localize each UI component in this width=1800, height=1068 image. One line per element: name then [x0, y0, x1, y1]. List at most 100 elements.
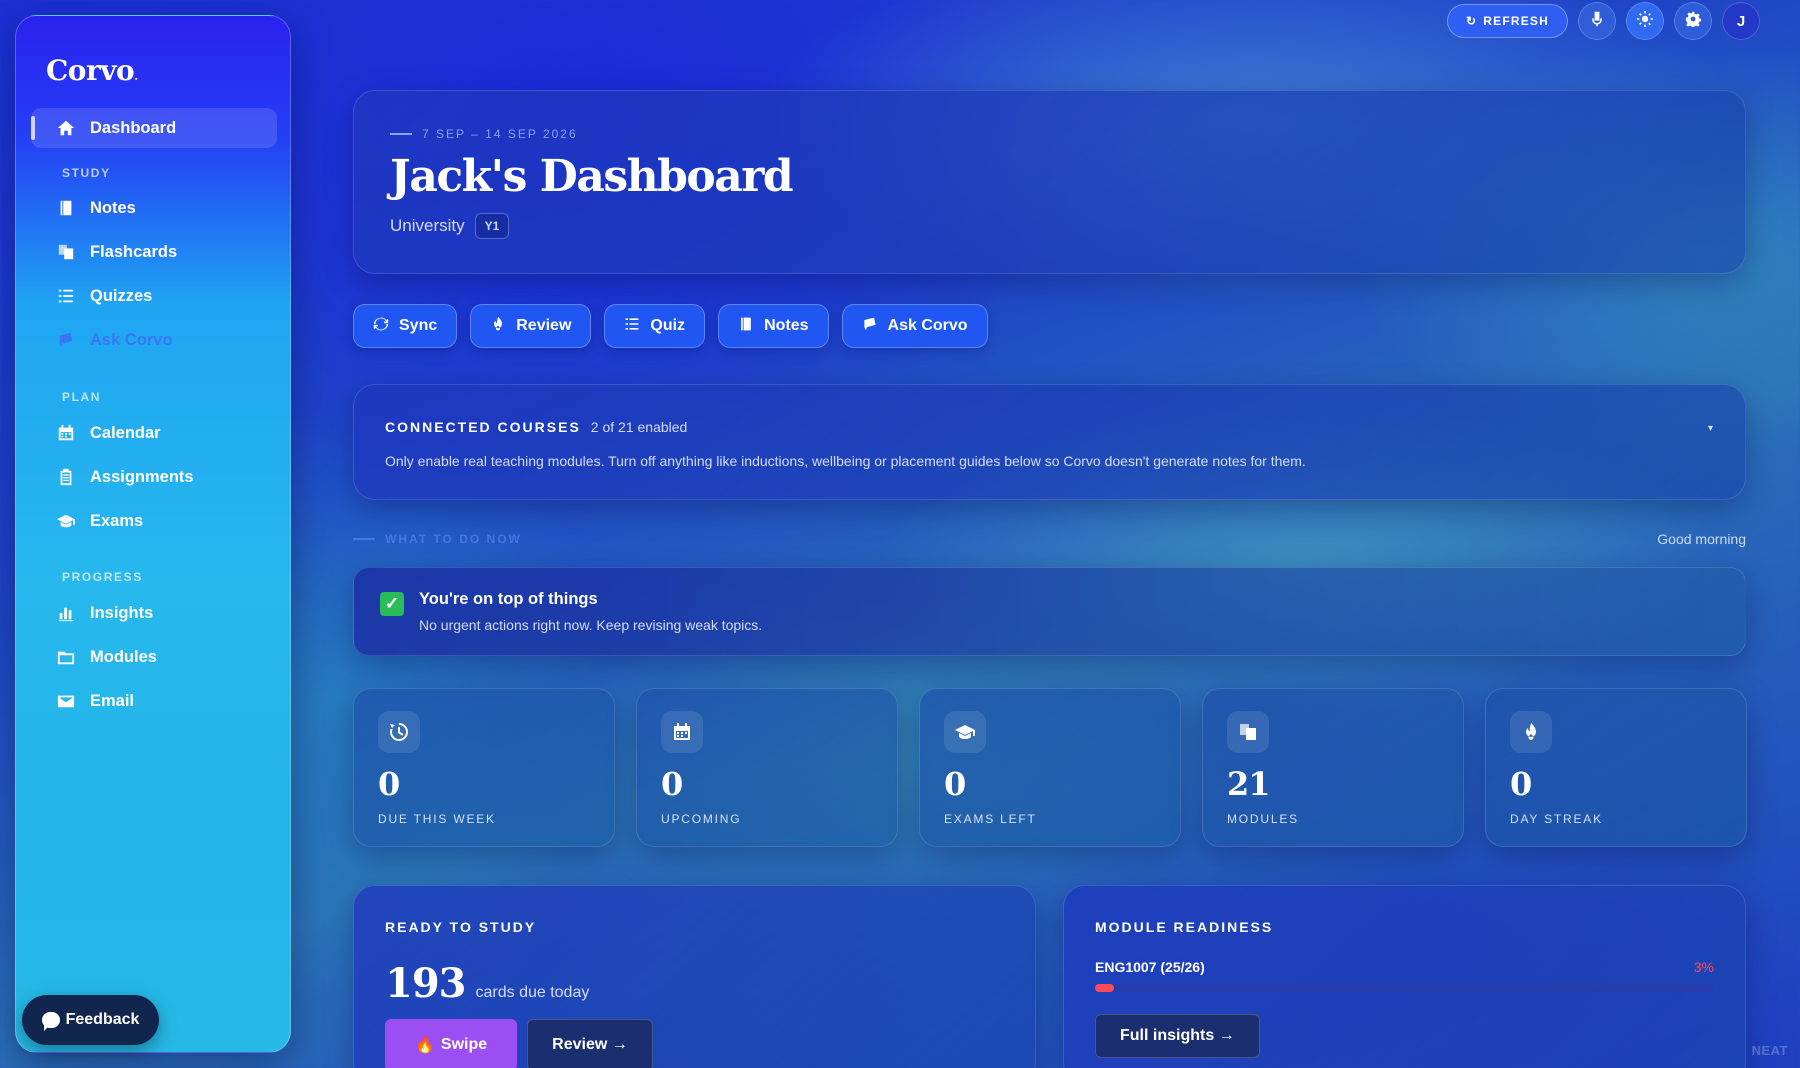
clock-icon	[378, 711, 420, 753]
readiness-progress-fill	[1095, 984, 1114, 992]
folder-icon	[56, 647, 76, 667]
page-title: Jack's Dashboard	[390, 151, 794, 202]
sidebar-item-notes[interactable]: Notes	[31, 188, 277, 228]
watermark: NEAT	[1751, 1043, 1788, 1058]
stat-value: 0	[378, 765, 400, 803]
sidebar-item-quizzes[interactable]: Quizzes	[31, 276, 277, 316]
connected-courses-panel[interactable]: CONNECTED COURSES 2 of 21 enabled Only e…	[353, 384, 1746, 500]
sidebar-item-ask-corvo[interactable]: Ask Corvo	[31, 320, 277, 360]
courses-header: CONNECTED COURSES 2 of 21 enabled	[385, 419, 687, 435]
sidebar-item-exams[interactable]: Exams	[31, 501, 277, 541]
level-info: University Y1	[390, 213, 510, 239]
calendar-icon	[661, 711, 703, 753]
section-label-plan: PLAN	[62, 390, 102, 404]
stat-card-upcoming[interactable]: 0 UPCOMING	[636, 688, 898, 847]
cards-due-label: cards due today	[475, 984, 590, 1001]
list-icon	[624, 316, 640, 337]
sidebar-item-assignments[interactable]: Assignments	[31, 457, 277, 497]
refresh-icon: ↻	[1465, 14, 1478, 28]
theme-toggle-button[interactable]	[1626, 2, 1664, 40]
sidebar-item-label: Calendar	[90, 423, 161, 442]
sidebar: Corvo. Dashboard STUDY Notes Flashcards …	[15, 15, 291, 1053]
module-readiness-panel: MODULE READINESS ENG1007 (25/26) 3% Full…	[1063, 885, 1746, 1068]
refresh-button[interactable]: ↻ REFRESH	[1446, 4, 1568, 38]
sidebar-item-label: Notes	[90, 198, 136, 217]
swipe-button[interactable]: 🔥 Swipe	[385, 1019, 518, 1068]
status-title: You're on top of things	[419, 590, 598, 608]
sidebar-item-label: Assignments	[90, 467, 194, 486]
stat-label: DUE THIS WEEK	[378, 812, 496, 826]
notes-label: Notes	[764, 317, 809, 334]
sidebar-item-label: Exams	[90, 511, 144, 530]
stat-label: EXAMS LEFT	[944, 812, 1037, 826]
sync-label: Sync	[399, 317, 438, 334]
sidebar-item-label: Email	[90, 691, 135, 710]
check-icon: ✓	[380, 592, 404, 616]
flashcards-icon	[1227, 711, 1269, 753]
readiness-title: MODULE READINESS	[1095, 919, 1274, 935]
settings-button[interactable]	[1674, 2, 1712, 40]
quiz-button[interactable]: Quiz	[604, 304, 706, 348]
ask-corvo-button[interactable]: Ask Corvo	[841, 304, 988, 348]
flashcards-icon	[56, 242, 76, 262]
level-label: University	[390, 216, 465, 235]
stat-value: 0	[1510, 765, 1532, 803]
bar-chart-icon	[56, 603, 76, 623]
fire-icon	[490, 316, 506, 337]
readiness-progress-track	[1095, 984, 1714, 992]
sidebar-item-label: Dashboard	[90, 118, 177, 137]
sidebar-item-calendar[interactable]: Calendar	[31, 413, 277, 453]
sync-icon	[373, 316, 389, 337]
section-label-progress: PROGRESS	[62, 570, 143, 584]
year-badge: Y1	[474, 213, 510, 239]
feedback-button[interactable]: Feedback	[22, 995, 159, 1045]
notes-button[interactable]: Notes	[718, 304, 829, 348]
avatar[interactable]: J	[1722, 2, 1760, 40]
quick-actions: Sync Review Quiz Notes Ask Corvo	[353, 304, 988, 348]
readiness-row: ENG1007 (25/26) 3%	[1095, 959, 1714, 975]
sidebar-item-email[interactable]: Email	[31, 681, 277, 721]
stat-card-exams-left[interactable]: 0 EXAMS LEFT	[919, 688, 1181, 847]
quiz-label: Quiz	[650, 317, 686, 334]
full-insights-button[interactable]: Full insights →	[1095, 1014, 1260, 1058]
stat-card-modules[interactable]: 21 MODULES	[1202, 688, 1464, 847]
stat-label: DAY STREAK	[1510, 812, 1603, 826]
sun-icon	[1637, 11, 1653, 32]
top-bar: ↻ REFRESH J	[1446, 2, 1760, 40]
swipe-label: Swipe	[440, 1036, 488, 1053]
review-label: Review	[516, 317, 572, 334]
cards-due-count: 193	[385, 960, 466, 1007]
microphone-button[interactable]	[1578, 2, 1616, 40]
stat-value: 21	[1227, 765, 1271, 803]
refresh-label: REFRESH	[1483, 14, 1549, 28]
sidebar-item-modules[interactable]: Modules	[31, 637, 277, 677]
readiness-percent: 3%	[1693, 959, 1714, 975]
calendar-icon	[56, 423, 76, 443]
app-logo[interactable]: Corvo.	[46, 54, 138, 87]
chat-icon	[862, 316, 878, 337]
courses-count: 2 of 21 enabled	[590, 419, 688, 435]
review-button[interactable]: Review	[470, 304, 592, 348]
chevron-down-icon[interactable]: ▾	[1708, 423, 1713, 434]
sync-button[interactable]: Sync	[353, 304, 458, 348]
stat-label: MODULES	[1227, 812, 1299, 826]
sidebar-item-dashboard[interactable]: Dashboard	[31, 108, 277, 148]
stat-value: 0	[661, 765, 683, 803]
sidebar-item-insights[interactable]: Insights	[31, 593, 277, 633]
courses-description: Only enable real teaching modules. Turn …	[385, 453, 1306, 469]
fire-icon	[1510, 711, 1552, 753]
sidebar-item-label: Modules	[90, 647, 157, 666]
logo-dot: .	[134, 69, 138, 83]
study-review-button[interactable]: Review →	[527, 1019, 653, 1068]
section-label-study: STUDY	[62, 166, 111, 180]
stat-card-day-streak[interactable]: 0 DAY STREAK	[1485, 688, 1747, 847]
note-icon	[738, 316, 754, 337]
sidebar-item-flashcards[interactable]: Flashcards	[31, 232, 277, 272]
date-range: 7 SEP – 14 SEP 2026	[390, 127, 578, 141]
logo-text: Corvo	[46, 54, 135, 87]
list-icon	[56, 286, 76, 306]
speech-bubble-icon	[41, 1012, 60, 1031]
dashboard-header: 7 SEP – 14 SEP 2026 Jack's Dashboard Uni…	[353, 90, 1746, 274]
stat-card-due-this-week[interactable]: 0 DUE THIS WEEK	[353, 688, 615, 847]
sidebar-item-label: Ask Corvo	[90, 330, 173, 349]
